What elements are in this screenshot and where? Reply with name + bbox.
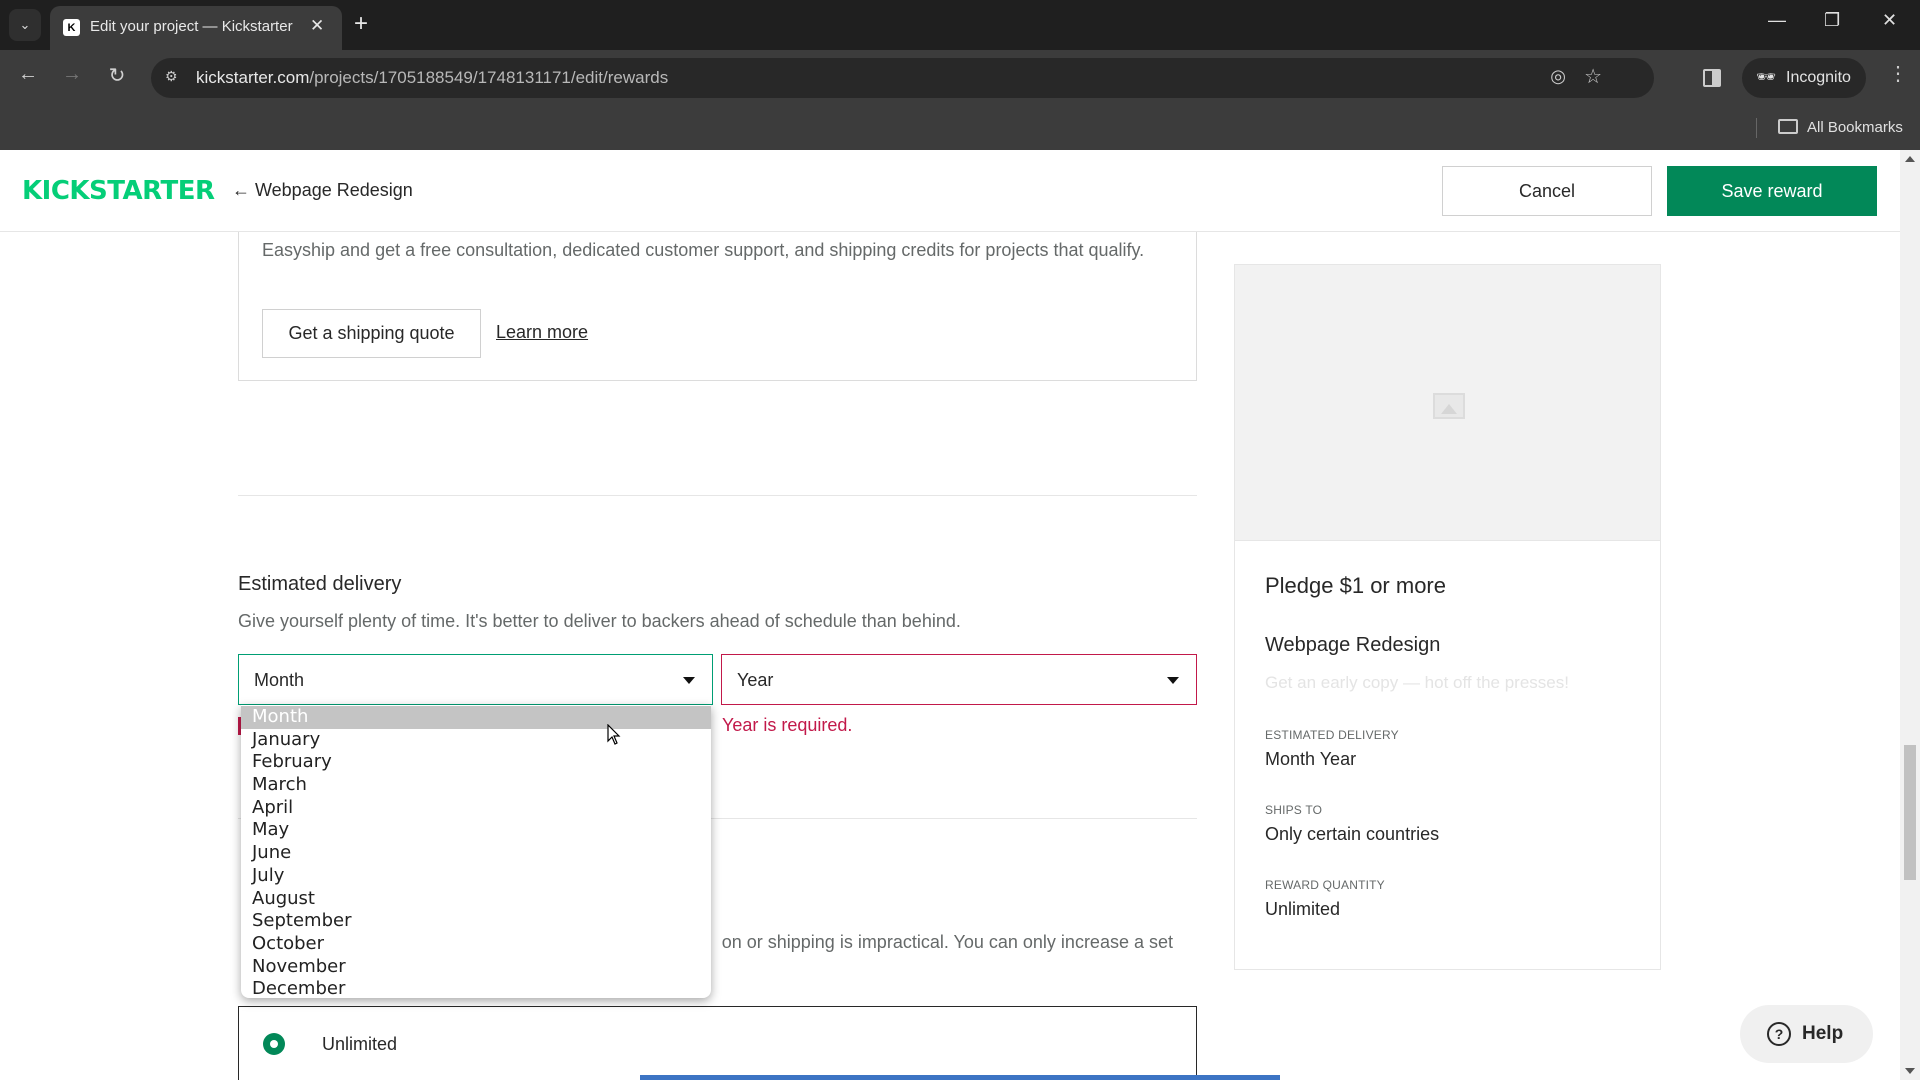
- preview-description-placeholder: Get an early copy — hot off the presses!: [1265, 673, 1569, 692]
- help-button[interactable]: ? Help: [1740, 1005, 1873, 1063]
- bookmarks-bar: All Bookmarks: [0, 108, 1920, 150]
- month-option[interactable]: Month: [241, 706, 711, 729]
- radio-selected-icon[interactable]: [263, 1033, 285, 1055]
- month-option[interactable]: November: [241, 956, 711, 979]
- folder-icon: [1778, 119, 1798, 134]
- month-option[interactable]: July: [241, 865, 711, 888]
- tab-title: Edit your project — Kickstarter: [90, 18, 293, 35]
- month-option[interactable]: August: [241, 888, 711, 911]
- restore-icon[interactable]: ❐: [1824, 10, 1840, 31]
- reward-preview-card: Pledge $1 or more Webpage Redesign Get a…: [1234, 264, 1661, 970]
- scrollbar-thumb[interactable]: [1904, 745, 1916, 880]
- estimated-delivery-description: Give yourself plenty of time. It's bette…: [238, 611, 961, 631]
- learn-more-link[interactable]: Learn more: [496, 322, 588, 343]
- year-select-value: Year: [737, 670, 774, 690]
- shipping-description: Easyship and get a free consultation, de…: [262, 240, 1145, 260]
- page-scrollbar[interactable]: [1900, 150, 1920, 1080]
- window-close-icon[interactable]: ✕: [1882, 10, 1897, 31]
- incognito-badge[interactable]: 🕶 Incognito: [1742, 58, 1866, 98]
- url-text[interactable]: kickstarter.com/projects/1705188549/1748…: [196, 68, 668, 88]
- month-option[interactable]: May: [241, 819, 711, 842]
- preview-ships-to-value: Only certain countries: [1265, 824, 1440, 844]
- bookmark-star-icon[interactable]: ☆: [1584, 64, 1602, 89]
- month-select[interactable]: Month: [238, 654, 713, 705]
- get-shipping-quote-button[interactable]: Get a shipping quote: [262, 309, 481, 358]
- kickstarter-favicon-icon: K: [63, 19, 80, 36]
- help-label: Help: [1802, 1023, 1844, 1044]
- month-dropdown-list[interactable]: Month January February March April May J…: [241, 705, 711, 1001]
- new-tab-button[interactable]: +: [354, 10, 368, 38]
- incognito-icon: 🕶: [1756, 69, 1777, 86]
- image-icon: [1433, 393, 1465, 419]
- address-bar[interactable]: ⚙ kickstarter.com/projects/1705188549/17…: [151, 58, 1654, 98]
- month-option[interactable]: March: [241, 774, 711, 797]
- cancel-button[interactable]: Cancel: [1442, 166, 1652, 216]
- eye-off-icon[interactable]: ◎: [1550, 66, 1566, 87]
- back-icon[interactable]: ←: [12, 63, 44, 86]
- month-option[interactable]: June: [241, 842, 711, 865]
- page-content: KICKSTARTER ← Webpage Redesign Cancel Sa…: [0, 150, 1900, 1080]
- month-option[interactable]: February: [241, 751, 711, 774]
- month-option[interactable]: December: [241, 978, 711, 1001]
- reload-icon[interactable]: ↻: [101, 63, 133, 88]
- preview-reward-quantity-label: REWARD QUANTITY: [1265, 878, 1385, 892]
- scroll-down-arrow-icon[interactable]: [1905, 1068, 1915, 1074]
- browser-menu-icon[interactable]: ⋮: [1888, 64, 1908, 84]
- chevron-down-icon: ⌄: [19, 17, 31, 32]
- preview-estimated-delivery-label: ESTIMATED DELIVERY: [1265, 728, 1399, 742]
- site-info-icon[interactable]: ⚙: [165, 68, 178, 85]
- estimated-delivery-heading: Estimated delivery: [238, 573, 402, 595]
- preview-reward-title: Webpage Redesign: [1265, 634, 1441, 656]
- question-circle-icon: ?: [1767, 1022, 1791, 1046]
- close-tab-icon[interactable]: ✕: [310, 16, 324, 36]
- preview-ships-to-label: SHIPS TO: [1265, 803, 1323, 817]
- month-option[interactable]: January: [241, 729, 711, 752]
- month-option[interactable]: April: [241, 797, 711, 820]
- year-select[interactable]: Year: [721, 654, 1197, 705]
- all-bookmarks-link[interactable]: All Bookmarks: [1807, 119, 1903, 136]
- section-divider: [238, 495, 1197, 496]
- bookmarks-separator: [1756, 118, 1757, 138]
- month-option[interactable]: September: [241, 910, 711, 933]
- unlimited-quantity-option[interactable]: Unlimited: [238, 1006, 1197, 1080]
- back-to-project-link[interactable]: ← Webpage Redesign: [232, 180, 413, 201]
- preview-pledge-amount: Pledge $1 or more: [1265, 573, 1446, 598]
- browser-tab-bar: ⌄ K Edit your project — Kickstarter ✕ + …: [0, 0, 1920, 50]
- year-error-message: Year is required.: [722, 715, 853, 735]
- incognito-label: Incognito: [1786, 69, 1851, 86]
- month-select-value: Month: [254, 670, 305, 690]
- kickstarter-logo[interactable]: KICKSTARTER: [22, 176, 215, 206]
- tab-list-button[interactable]: ⌄: [9, 9, 41, 41]
- preview-estimated-delivery-value: Month Year: [1265, 749, 1357, 769]
- minimize-icon[interactable]: —: [1768, 10, 1786, 31]
- side-panel-icon[interactable]: [1703, 69, 1721, 87]
- save-reward-button[interactable]: Save reward: [1667, 166, 1877, 216]
- mouse-cursor-icon: [607, 724, 621, 745]
- browser-toolbar: ← → ↻ ⚙ kickstarter.com/projects/1705188…: [0, 50, 1920, 108]
- scroll-up-arrow-icon[interactable]: [1905, 156, 1915, 162]
- reward-image-placeholder: [1235, 265, 1660, 541]
- forward-icon[interactable]: →: [56, 63, 88, 86]
- browser-tab[interactable]: K Edit your project — Kickstarter ✕: [50, 6, 342, 50]
- progress-indicator-bar: [640, 1075, 1280, 1080]
- site-header: KICKSTARTER ← Webpage Redesign Cancel Sa…: [0, 150, 1900, 232]
- month-option[interactable]: October: [241, 933, 711, 956]
- unlimited-option-label: Unlimited: [322, 1034, 398, 1054]
- preview-reward-quantity-value: Unlimited: [1265, 899, 1341, 919]
- caret-down-icon: [683, 677, 695, 684]
- caret-down-icon: [1167, 677, 1179, 684]
